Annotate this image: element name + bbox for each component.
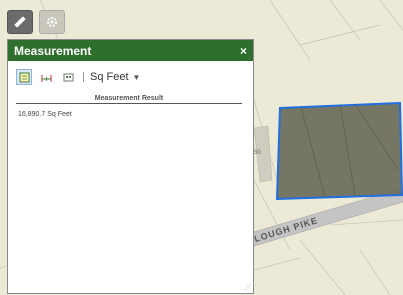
parcel-label: 50	[254, 150, 261, 156]
unit-label: Sq Feet	[90, 71, 129, 83]
measurement-toolbar: Sq Feet ▼	[16, 69, 140, 85]
unit-dropdown[interactable]: Sq Feet ▼	[90, 71, 140, 83]
settings-button[interactable]	[39, 10, 65, 34]
area-tool-button[interactable]	[16, 69, 32, 85]
measured-area-polygon	[275, 101, 403, 201]
result-value: 16,890.7 Sq Feet	[18, 111, 72, 118]
measurement-panel: Measurement × Sq Feet ▼ Measurement Resu…	[7, 39, 254, 294]
result-heading: Measurement Result	[16, 95, 242, 104]
distance-tool-icon	[41, 74, 51, 82]
measure-button[interactable]	[7, 10, 33, 34]
settings-gear-icon	[47, 17, 57, 27]
chevron-down-icon: ▼	[132, 72, 141, 82]
measure-ruler-icon	[14, 16, 26, 28]
location-tool-icon	[63, 73, 73, 81]
close-icon[interactable]: ×	[240, 44, 247, 58]
area-tool-icon	[19, 72, 29, 82]
toolbar-divider	[83, 72, 84, 82]
location-tool-button[interactable]	[60, 69, 76, 85]
panel-title: Measurement	[14, 43, 92, 58]
map-toolbar	[7, 10, 65, 34]
distance-tool-button[interactable]	[38, 69, 54, 85]
resize-handle-icon[interactable]: ⋰	[245, 284, 251, 291]
panel-header: Measurement ×	[8, 40, 253, 61]
